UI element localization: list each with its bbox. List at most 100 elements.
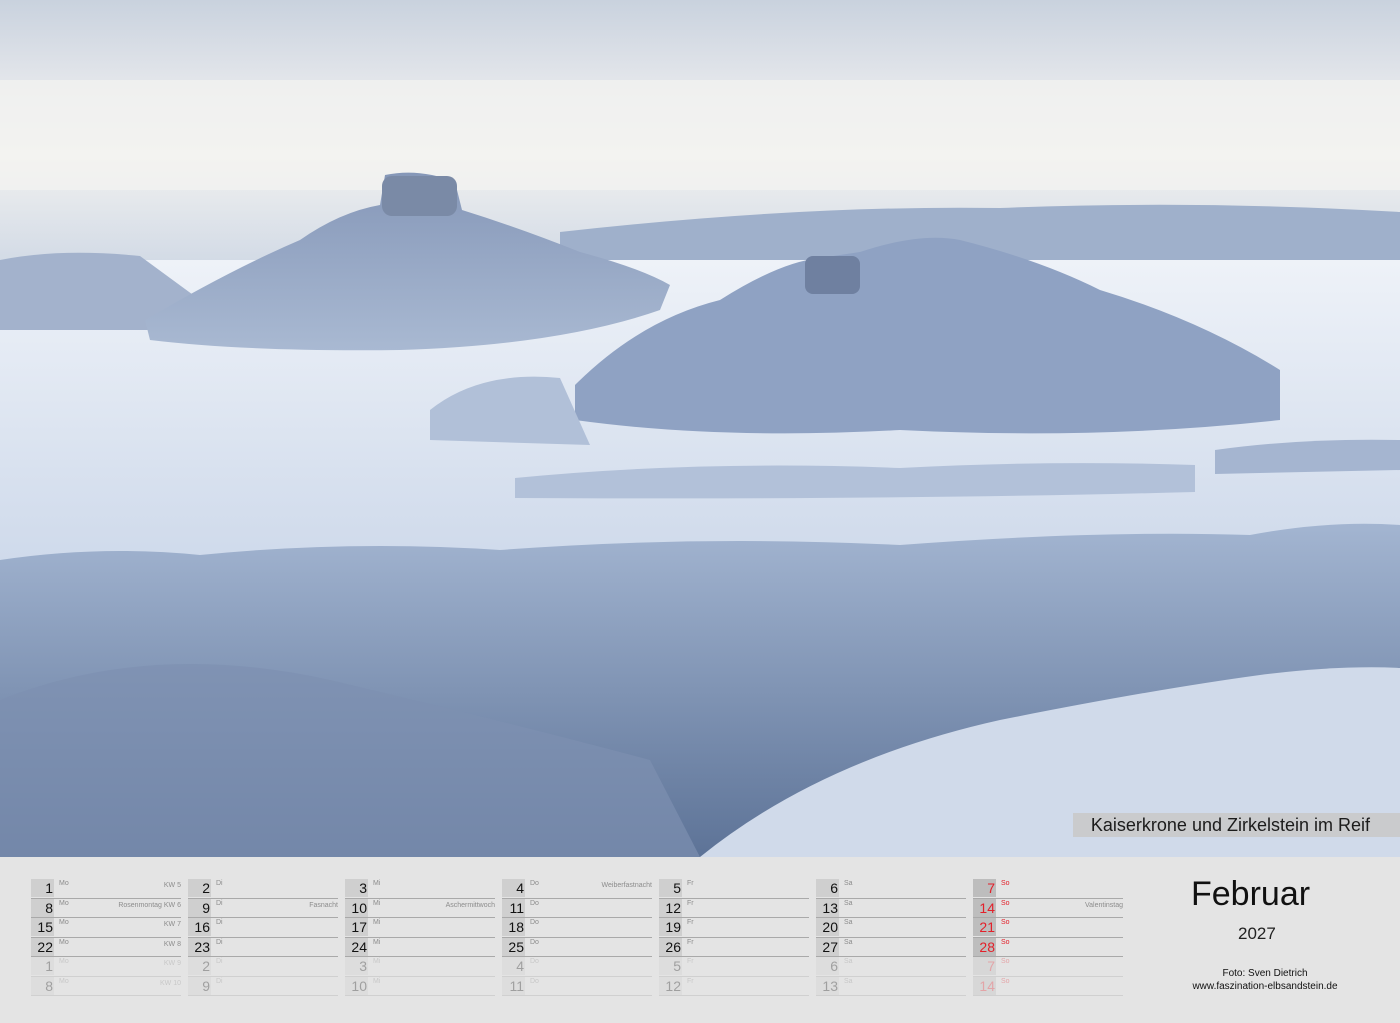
photo-caption: Kaiserkrone und Zirkelstein im Reif xyxy=(1072,813,1400,837)
day-number: 4 xyxy=(502,957,525,975)
weekday-label: So xyxy=(1001,958,1010,965)
day-number: 8 xyxy=(31,976,54,995)
weekday-label: Mo xyxy=(59,880,69,887)
calendar-day-row: 7 So xyxy=(973,957,1123,977)
day-note: Weiberfastnacht xyxy=(601,882,652,889)
month-title: Februar xyxy=(1191,875,1311,913)
calendar-column: 4 Do Weiberfastnacht 11 Do 18 Do 25 Do 4 Do 11 Do xyxy=(502,879,652,996)
weekday-label: Mi xyxy=(373,899,381,907)
day-number: 11 xyxy=(502,898,525,917)
calendar-grid: 1 Mo KW 5 8 Mo Rosenmontag KW 6 15 Mo KW 7 22 Mo KW… xyxy=(0,857,1400,1023)
weekday-label: So xyxy=(1001,899,1010,907)
calendar-day-row: 22 Mo KW 8 xyxy=(31,937,181,957)
calendar-day-row: 28 So xyxy=(973,937,1123,957)
weekday-label: Do xyxy=(530,958,539,965)
year-label: 2027 xyxy=(1238,924,1276,943)
day-number: 21 xyxy=(973,918,996,936)
calendar-day-row: 25 Do xyxy=(502,937,652,957)
day-note: KW 8 xyxy=(163,940,181,948)
calendar-day-row: 8 Mo KW 10 xyxy=(31,976,181,996)
calendar-day-row: 23 Di xyxy=(188,937,338,957)
day-number: 14 xyxy=(973,976,996,995)
day-note: Valentinstag xyxy=(1084,901,1123,909)
day-number: 10 xyxy=(345,976,368,995)
calendar-day-row: 6 Sa xyxy=(816,879,966,899)
weekday-label: Fr xyxy=(687,977,694,985)
weekday-label: Fr xyxy=(687,899,694,907)
day-number: 28 xyxy=(973,937,996,956)
calendar-day-row: 3 Mi xyxy=(345,879,495,899)
calendar-column: 6 Sa 13 Sa 20 Sa 27 Sa 6 Sa 13 Sa xyxy=(816,879,966,996)
day-number: 13 xyxy=(816,976,839,995)
day-number: 22 xyxy=(31,937,54,956)
calendar-day-row: 9 Di xyxy=(188,976,338,996)
credit-photographer: Foto: Sven Dietrich xyxy=(1222,968,1308,979)
day-number: 26 xyxy=(659,937,682,956)
day-note: Aschermittwoch xyxy=(445,901,495,909)
weekday-label: Mi xyxy=(373,919,381,926)
day-note: KW 7 xyxy=(163,921,181,928)
weekday-label: Di xyxy=(216,880,223,887)
day-note: Fasnacht xyxy=(309,901,338,909)
calendar-day-row: 11 Do xyxy=(502,976,652,996)
calendar-day-row: 1 Mo KW 9 xyxy=(31,957,181,977)
calendar-day-row: 1 Mo KW 5 xyxy=(31,879,181,899)
weekday-label: Sa xyxy=(844,919,853,926)
winter-landscape-illustration xyxy=(0,0,1400,857)
calendar-day-row: 9 Di Fasnacht xyxy=(188,898,338,918)
calendar-column: 3 Mi 10 Mi Aschermittwoch 17 Mi 24 Mi 3 Mi 10 Mi xyxy=(345,879,495,996)
day-number: 20 xyxy=(816,918,839,936)
day-number: 27 xyxy=(816,937,839,956)
calendar-day-row: 5 Fr xyxy=(659,957,809,977)
weekday-label: Do xyxy=(530,977,539,985)
calendar-column: 5 Fr 12 Fr 19 Fr 26 Fr 5 Fr 12 Fr xyxy=(659,879,809,996)
weekday-label: Fr xyxy=(687,958,694,965)
calendar-day-row: 11 Do xyxy=(502,898,652,918)
weekday-label: Mo xyxy=(59,919,69,926)
day-number: 8 xyxy=(31,898,54,917)
calendar-day-row: 17 Mi xyxy=(345,918,495,938)
weekday-label: So xyxy=(1001,938,1010,946)
calendar-day-row: 16 Di xyxy=(188,918,338,938)
day-number: 16 xyxy=(188,918,211,936)
weekday-label: So xyxy=(1001,977,1010,985)
day-number: 24 xyxy=(345,937,368,956)
day-note: KW 5 xyxy=(163,882,181,889)
credit-website: www.faszination-elbsandstein.de xyxy=(1192,981,1338,992)
weekday-label: Do xyxy=(530,880,539,887)
calendar-day-row: 26 Fr xyxy=(659,937,809,957)
day-number: 19 xyxy=(659,918,682,936)
calendar-day-row: 6 Sa xyxy=(816,957,966,977)
day-number: 11 xyxy=(502,976,525,995)
calendar-page: Kaiserkrone und Zirkelstein im Reif 1 Mo K… xyxy=(0,0,1400,1023)
calendar-day-row: 3 Mi xyxy=(345,957,495,977)
weekday-label: Mi xyxy=(373,880,381,887)
calendar-day-row: 7 So xyxy=(973,879,1123,899)
day-number: 18 xyxy=(502,918,525,936)
weekday-label: Do xyxy=(530,919,539,926)
calendar-day-row: 12 Fr xyxy=(659,898,809,918)
day-number: 5 xyxy=(659,879,682,897)
weekday-label: Di xyxy=(216,899,223,907)
weekday-label: Do xyxy=(530,899,539,907)
weekday-label: Do xyxy=(530,938,539,946)
weekday-label: So xyxy=(1001,919,1010,926)
day-number: 3 xyxy=(345,879,368,897)
calendar-day-row: 4 Do xyxy=(502,957,652,977)
weekday-label: Di xyxy=(216,938,223,946)
weekday-label: Sa xyxy=(844,977,853,985)
weekday-label: Fr xyxy=(687,919,694,926)
weekday-label: Di xyxy=(216,919,223,926)
calendar-day-row: 18 Do xyxy=(502,918,652,938)
day-note: KW 9 xyxy=(163,960,181,967)
calendar-day-row: 15 Mo KW 7 xyxy=(31,918,181,938)
calendar-day-row: 14 So Valentinstag xyxy=(973,898,1123,918)
weekday-label: Mi xyxy=(373,977,381,985)
day-number: 15 xyxy=(31,918,54,936)
weekday-label: Sa xyxy=(844,880,853,887)
landscape-photo: Kaiserkrone und Zirkelstein im Reif xyxy=(0,0,1400,857)
day-number: 23 xyxy=(188,937,211,956)
calendar-day-row: 21 So xyxy=(973,918,1123,938)
day-number: 1 xyxy=(31,957,54,975)
weekday-label: Fr xyxy=(687,880,694,887)
